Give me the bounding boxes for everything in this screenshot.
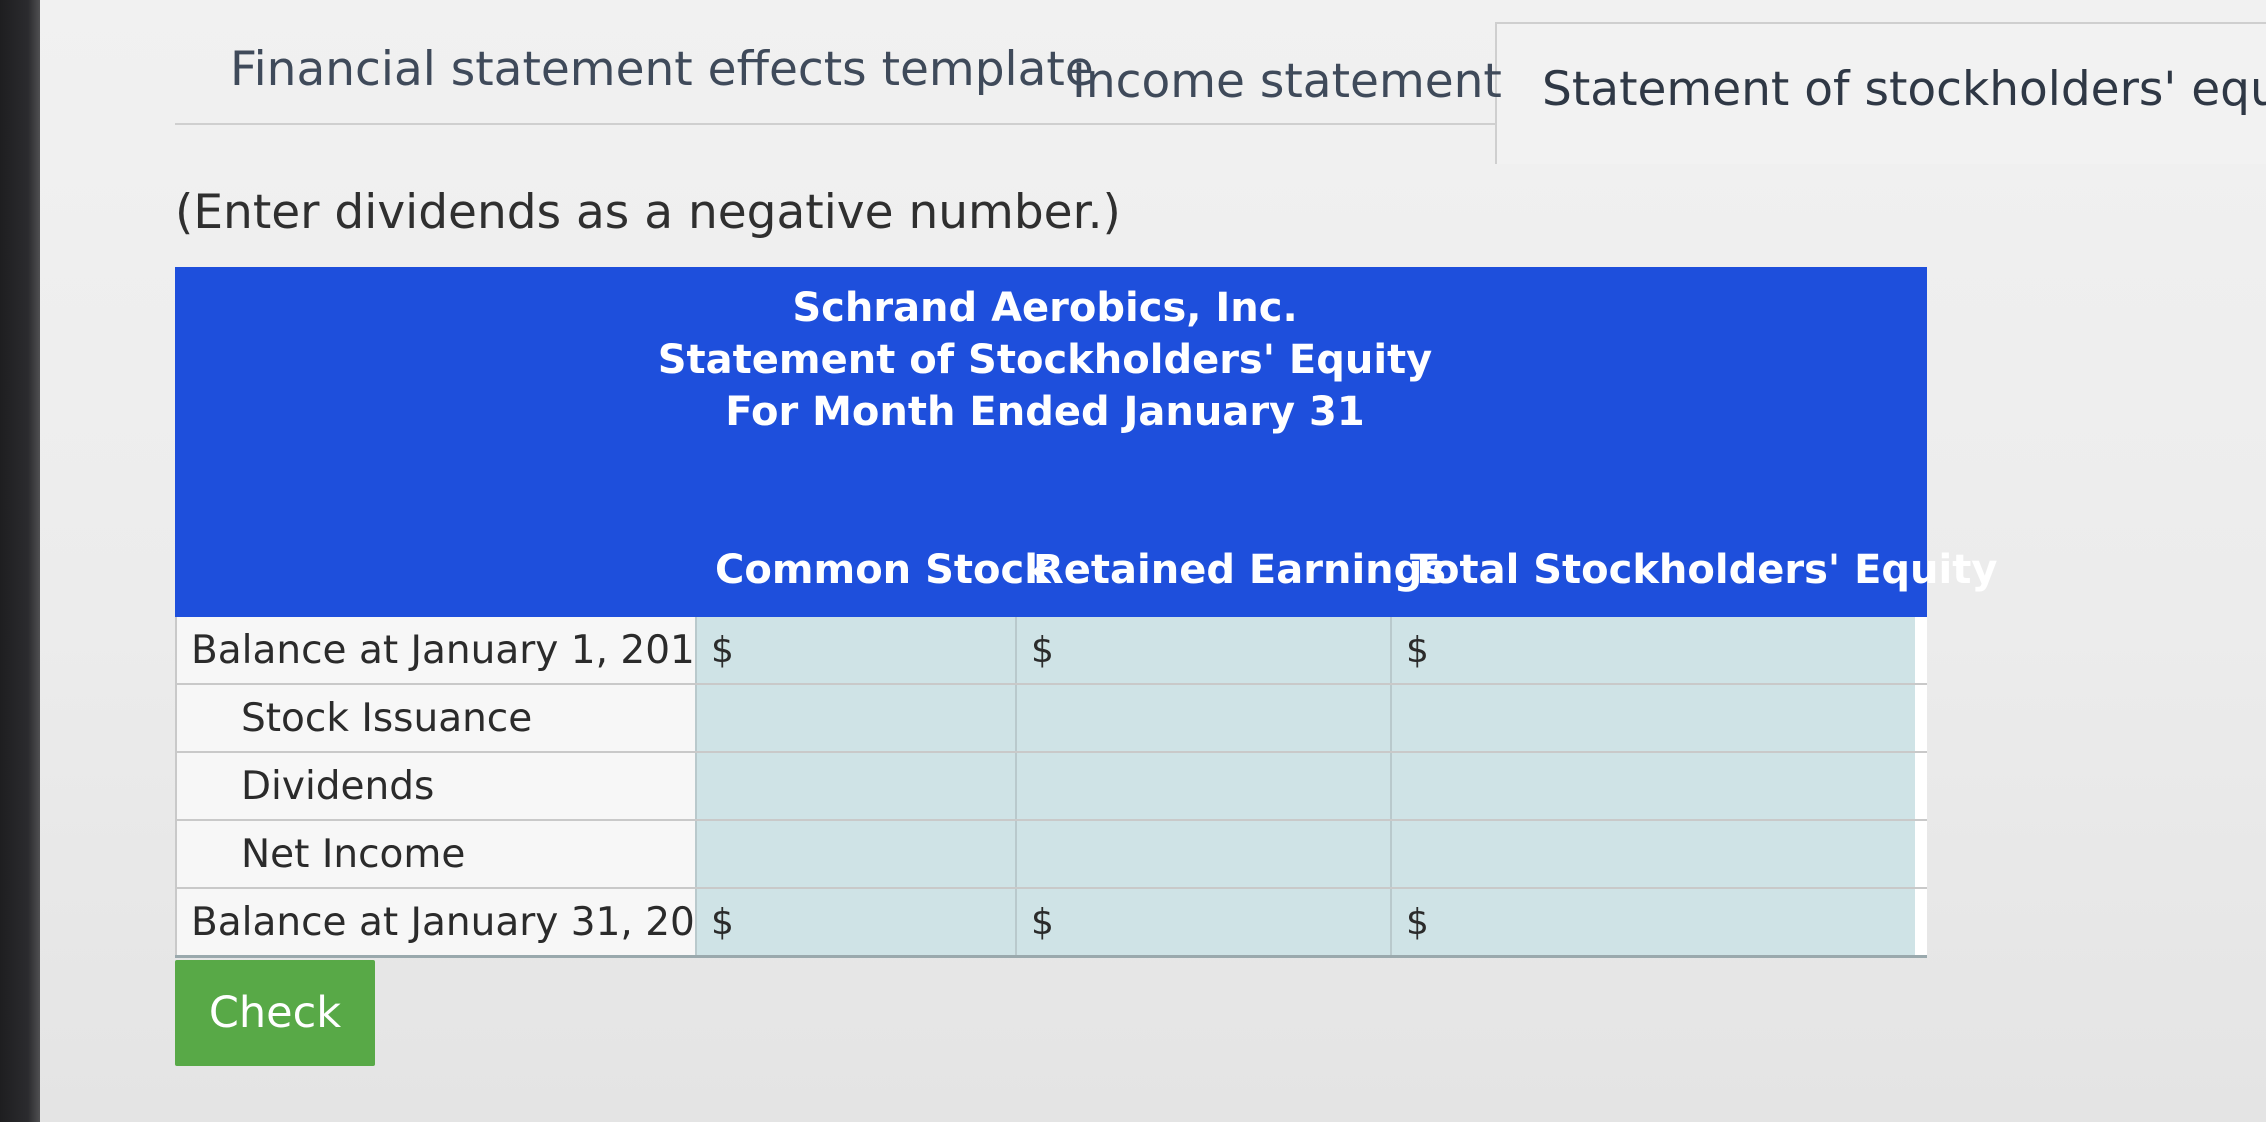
retained-earnings-input[interactable]	[1015, 685, 1390, 751]
tab-bar: Financial statement effects template Inc…	[175, 0, 2266, 164]
currency-symbol: $	[711, 901, 734, 943]
row-balance-january-1: Balance at January 1, 2019 $ $ $	[175, 617, 1927, 685]
instruction-text: (Enter dividends as a negative number.)	[175, 185, 1121, 240]
row-label: Stock Issuance	[175, 685, 695, 751]
common-stock-input[interactable]: $	[695, 889, 1015, 955]
total-equity-input[interactable]: $	[1390, 617, 1915, 683]
common-stock-input[interactable]	[695, 821, 1015, 887]
currency-symbol: $	[1406, 629, 1429, 671]
row-net-income: Net Income	[175, 821, 1927, 889]
row-label: Net Income	[175, 821, 695, 887]
statement-header: Schrand Aerobics, Inc. Statement of Stoc…	[175, 267, 1997, 617]
row-label: Balance at January 1, 2019	[175, 617, 720, 683]
column-header-total-stockholders-equity: Total Stockholders' Equity	[1410, 547, 1998, 593]
tab-statement-of-stockholders-equity[interactable]: Statement of stockholders' equity	[1542, 62, 2266, 117]
currency-symbol: $	[1031, 629, 1054, 671]
tab-divider	[175, 123, 1495, 125]
statement-rows: Balance at January 1, 2019 $ $ $ Stock I…	[175, 617, 1927, 958]
retained-earnings-input[interactable]	[1015, 821, 1390, 887]
common-stock-input[interactable]	[695, 753, 1015, 819]
column-header-retained-earnings: Retained Earnings	[1033, 547, 1447, 593]
retained-earnings-input[interactable]: $	[1015, 889, 1390, 955]
row-label: Balance at January 31, 2019	[175, 889, 744, 955]
total-equity-input[interactable]	[1390, 821, 1915, 887]
retained-earnings-input[interactable]	[1015, 753, 1390, 819]
check-button[interactable]: Check	[175, 960, 375, 1066]
statement-title: Statement of Stockholders' Equity	[657, 337, 1433, 383]
common-stock-input[interactable]: $	[695, 617, 1015, 683]
retained-earnings-input[interactable]: $	[1015, 617, 1390, 683]
row-balance-january-31: Balance at January 31, 2019 $ $ $	[175, 889, 1927, 958]
statement-period: For Month Ended January 31	[725, 389, 1365, 435]
currency-symbol: $	[1031, 901, 1054, 943]
tab-financial-statement-effects-template[interactable]: Financial statement effects template	[230, 42, 1094, 97]
total-equity-input[interactable]	[1390, 753, 1915, 819]
statement-table: Schrand Aerobics, Inc. Statement of Stoc…	[175, 267, 1997, 958]
currency-symbol: $	[1406, 901, 1429, 943]
tab-income-statement[interactable]: Income statement	[1072, 54, 1502, 109]
row-stock-issuance: Stock Issuance	[175, 685, 1927, 753]
column-header-common-stock: Common Stock	[715, 547, 1051, 593]
row-label: Dividends	[175, 753, 695, 819]
page: Financial statement effects template Inc…	[40, 0, 2266, 1122]
company-name: Schrand Aerobics, Inc.	[792, 285, 1298, 331]
total-equity-input[interactable]	[1390, 685, 1915, 751]
screen-bezel	[0, 0, 40, 1122]
currency-symbol: $	[711, 629, 734, 671]
row-dividends: Dividends	[175, 753, 1927, 821]
common-stock-input[interactable]	[695, 685, 1015, 751]
total-equity-input[interactable]: $	[1390, 889, 1915, 955]
